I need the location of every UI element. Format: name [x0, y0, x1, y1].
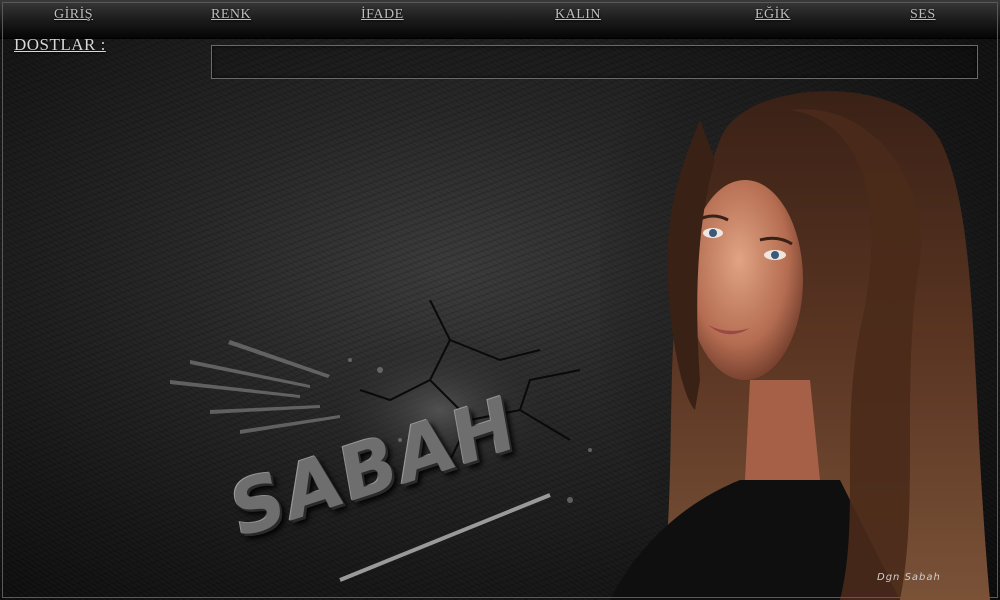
nav-item-ses[interactable]: SES: [910, 7, 936, 23]
artist-signature: Dgn Sabah: [877, 572, 941, 583]
nav-item-giris[interactable]: GİRİŞ: [54, 7, 93, 23]
friends-label: DOSTLAR :: [14, 35, 106, 54]
nav-item-kalin[interactable]: KALIN: [555, 7, 601, 23]
nav-item-renk[interactable]: RENK: [211, 7, 251, 23]
nav-item-ifade[interactable]: İFADE: [361, 7, 404, 23]
top-navigation-bar: GİRİŞ RENK İFADE KALIN EĞİK SES: [0, 0, 1000, 39]
nav-item-egik[interactable]: EĞİK: [755, 7, 790, 23]
page-background: GİRİŞ RENK İFADE KALIN EĞİK SES DOSTLAR …: [0, 0, 1000, 600]
portrait-image: [600, 80, 1000, 600]
friends-list-box[interactable]: [211, 45, 978, 79]
